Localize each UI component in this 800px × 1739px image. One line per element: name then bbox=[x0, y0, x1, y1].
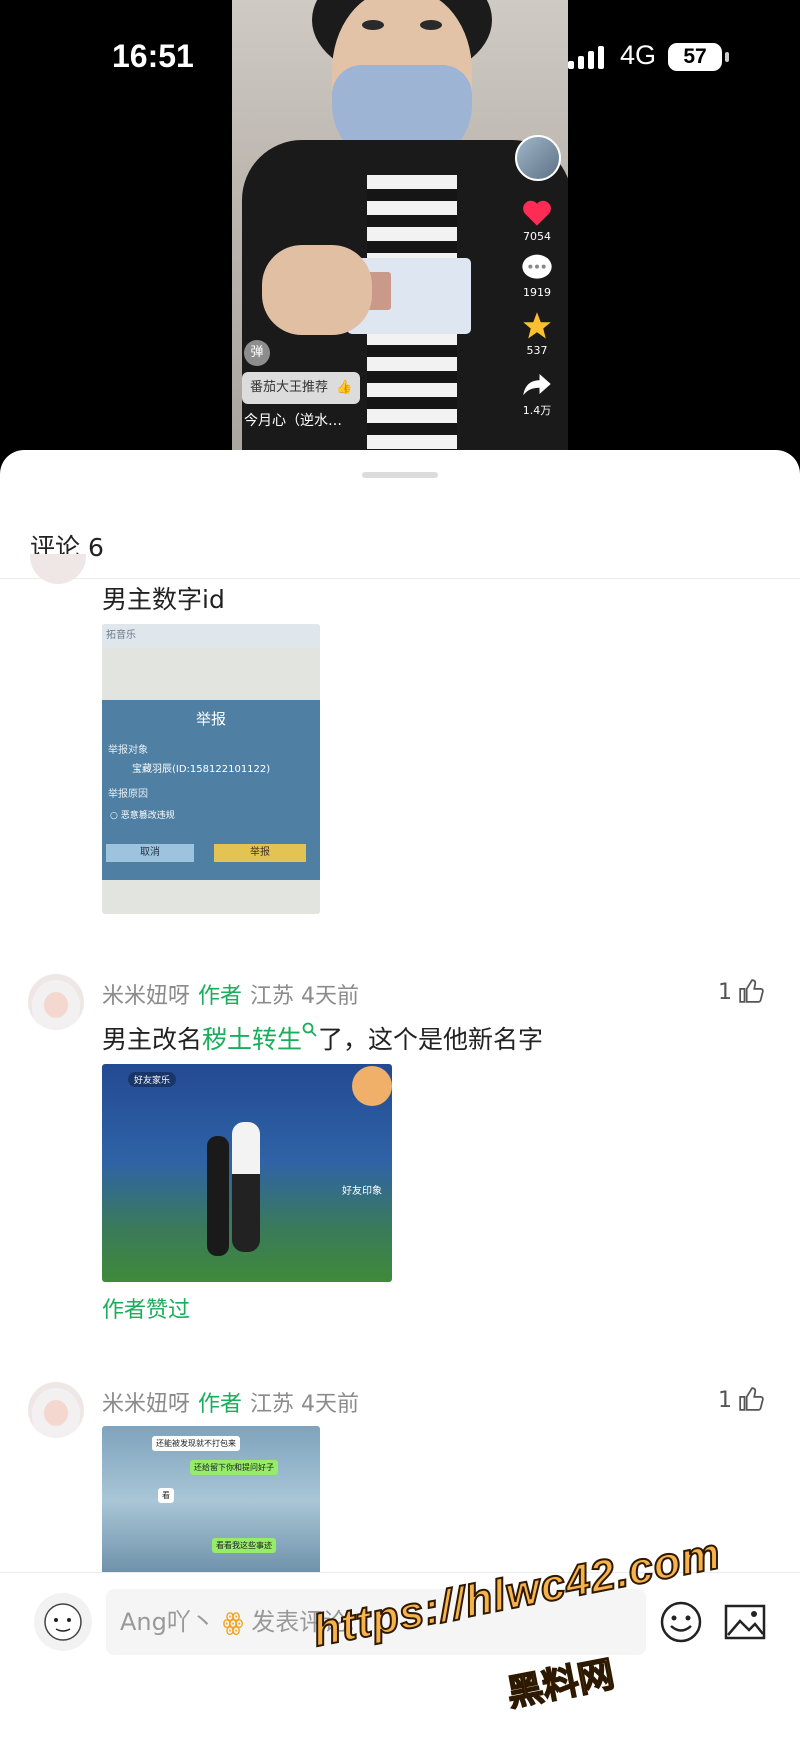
share-button[interactable]: 1.4万 bbox=[515, 369, 559, 418]
battery-icon: 57 bbox=[668, 43, 729, 71]
comment-like-button[interactable]: 1 bbox=[718, 978, 764, 1005]
comment-image[interactable]: 还能被发现就不打包来 还给留下你和提问好子 看 看看我这些事迹 bbox=[102, 1426, 320, 1576]
image-button[interactable] bbox=[722, 1599, 768, 1645]
author-badge: 作者 bbox=[198, 984, 243, 1009]
author-badge: 作者 bbox=[198, 1392, 243, 1417]
bow-icon: ꙮ bbox=[222, 1608, 244, 1636]
like-count: 7054 bbox=[523, 230, 551, 243]
creator-avatar[interactable] bbox=[515, 135, 561, 181]
comment-location: 江苏 bbox=[250, 1392, 295, 1417]
comment-time: 4天前 bbox=[301, 1392, 360, 1417]
comment-like-button[interactable]: 1 bbox=[718, 1386, 764, 1413]
share-count: 1.4万 bbox=[522, 404, 552, 417]
favorite-button[interactable]: 537 bbox=[515, 311, 559, 357]
signal-icon bbox=[568, 46, 604, 69]
drag-handle[interactable] bbox=[362, 472, 438, 478]
thumb-up-icon bbox=[739, 979, 764, 1003]
like-button[interactable]: 7054 bbox=[515, 197, 559, 243]
avatar[interactable] bbox=[30, 554, 86, 584]
video-tag[interactable]: 番茄大王推荐 👍 bbox=[242, 372, 361, 404]
search-link[interactable]: 秽土转生 bbox=[202, 1025, 302, 1054]
thumb-up-icon bbox=[739, 1387, 764, 1411]
my-avatar[interactable] bbox=[34, 1593, 92, 1651]
heart-icon bbox=[523, 200, 551, 226]
comment-image[interactable]: 好友家乐 好友印象 bbox=[102, 1064, 392, 1282]
author-liked-label: 作者赞过 bbox=[102, 1298, 191, 1323]
favorite-count: 537 bbox=[526, 344, 548, 357]
danmaku-button[interactable]: 弹 bbox=[244, 340, 270, 366]
status-time: 16:51 bbox=[112, 38, 194, 74]
comment-text: 男主数字id bbox=[102, 585, 225, 614]
comment-like-count: 1 bbox=[718, 980, 732, 1005]
share-icon bbox=[523, 374, 551, 396]
comment-time: 4天前 bbox=[301, 984, 360, 1009]
commenter-name[interactable]: 米米妞呀 bbox=[102, 984, 190, 1009]
comment-like-count: 1 bbox=[718, 1388, 732, 1413]
star-icon bbox=[523, 312, 551, 339]
comment-meta: 米米妞呀 作者 江苏 4天前 bbox=[102, 1386, 359, 1418]
battery-level: 57 bbox=[683, 45, 707, 68]
comment-icon bbox=[522, 254, 552, 279]
comment-image[interactable]: 拓音乐 举报 举报对象 宝藏羽辰(ID:158122101122) 举报原因 ○… bbox=[102, 624, 320, 914]
network-type: 4G bbox=[620, 40, 657, 70]
status-bar: 16:51 4G 57 bbox=[0, 0, 800, 115]
search-icon[interactable] bbox=[302, 1022, 318, 1038]
commenter-name[interactable]: 米米妞呀 bbox=[102, 1392, 190, 1417]
comment-location: 江苏 bbox=[250, 984, 295, 1009]
music-title: 今月心（逆水… bbox=[244, 413, 342, 429]
comment-text: 男主改名秽土转生 了，这个是他新名字 bbox=[102, 1020, 543, 1056]
comment-button[interactable]: 1919 bbox=[515, 253, 559, 299]
comment-count: 1919 bbox=[523, 286, 551, 299]
emoji-button[interactable] bbox=[658, 1599, 704, 1645]
avatar[interactable] bbox=[28, 1382, 84, 1438]
avatar[interactable] bbox=[28, 974, 84, 1030]
comment-meta: 米米妞呀 作者 江苏 4天前 bbox=[102, 978, 359, 1010]
